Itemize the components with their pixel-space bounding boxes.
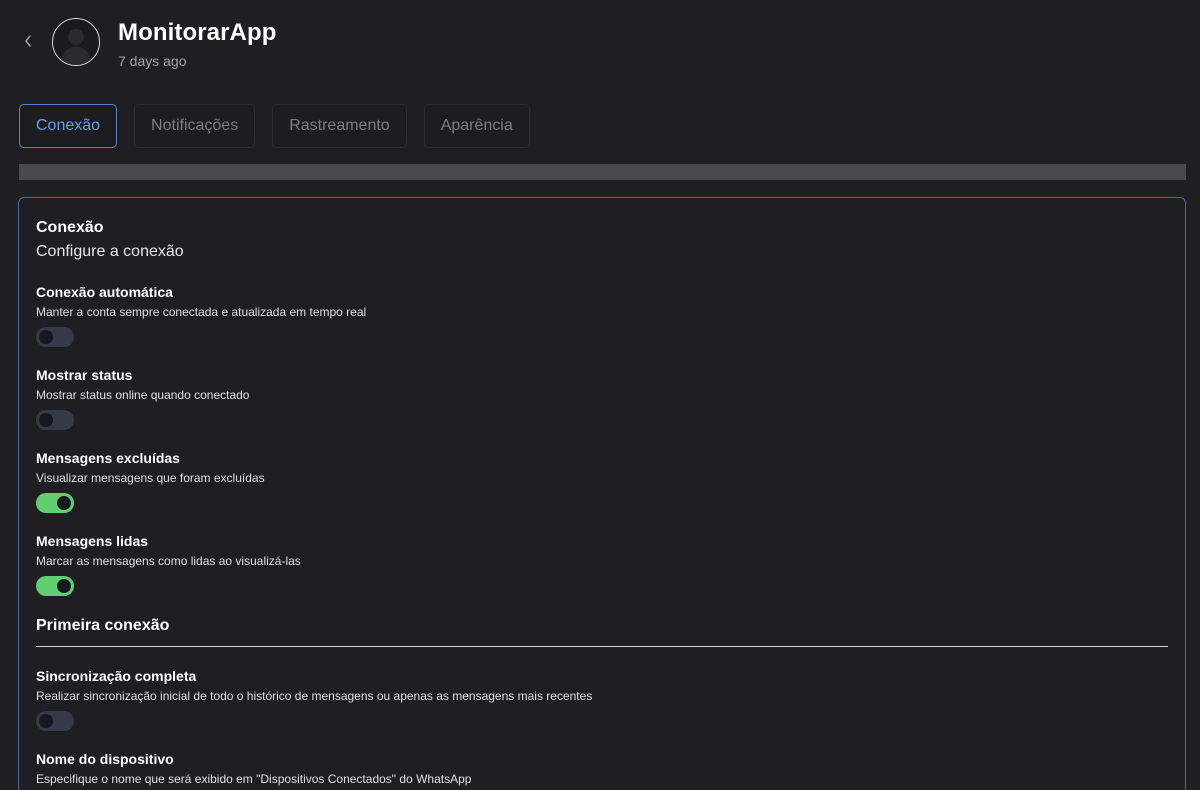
- setting-description: Visualizar mensagens que foram excluídas: [36, 471, 265, 485]
- setting-show-status: Mostrar status Mostrar status online qua…: [36, 367, 249, 402]
- setting-auto-connect: Conexão automática Manter a conta sempre…: [36, 284, 366, 319]
- toggle-read-messages[interactable]: [36, 576, 74, 596]
- setting-title: Conexão automática: [36, 284, 173, 300]
- settings-tabs: Conexão Notificações Rastreamento Aparên…: [19, 104, 530, 148]
- toggle-knob: [39, 714, 53, 728]
- setting-title: Mensagens lidas: [36, 533, 149, 549]
- toggle-show-status[interactable]: [36, 410, 74, 430]
- progress-fill: [19, 164, 1186, 180]
- card-subtitle: Configure a conexão: [36, 243, 184, 260]
- toggle-knob: [39, 413, 53, 427]
- setting-title: Mostrar status: [36, 367, 133, 383]
- card-title: Conexão: [36, 219, 104, 236]
- chevron-left-icon: [25, 35, 31, 47]
- setting-device-name: Nome do dispositivo Especifique o nome q…: [36, 751, 471, 786]
- setting-description: Especifique o nome que será exibido em "…: [36, 772, 472, 786]
- setting-description: Mostrar status online quando conectado: [36, 388, 250, 402]
- setting-description: Realizar sincronização inicial de todo o…: [36, 689, 593, 703]
- last-updated-label: 7 days ago: [118, 53, 187, 69]
- toggle-full-sync[interactable]: [36, 711, 74, 731]
- section-divider: [36, 646, 1168, 647]
- connection-settings-card: Conexão Configure a conexão Conexão auto…: [18, 197, 1186, 790]
- setting-full-sync: Sincronização completa Realizar sincroni…: [36, 668, 592, 703]
- toggle-knob: [39, 330, 53, 344]
- tab-aparencia[interactable]: Aparência: [423, 104, 530, 148]
- setting-title: Sincronização completa: [36, 668, 197, 684]
- tab-conexao[interactable]: Conexão: [19, 104, 118, 148]
- tab-notificacoes[interactable]: Notificações: [134, 104, 256, 148]
- avatar: [52, 18, 100, 66]
- setting-description: Marcar as mensagens como lidas ao visual…: [36, 554, 301, 568]
- progress-bar: [19, 164, 1186, 180]
- toggle-deleted-messages[interactable]: [36, 493, 74, 513]
- toggle-knob: [57, 579, 71, 593]
- settings-page: MonitorarApp 7 days ago Conexão Notifica…: [0, 0, 1200, 790]
- setting-title: Nome do dispositivo: [36, 751, 174, 767]
- toggle-auto-connect[interactable]: [36, 327, 74, 347]
- setting-title: Mensagens excluídas: [36, 450, 180, 466]
- section-heading-first-connection: Primeira conexão: [36, 617, 170, 634]
- user-silhouette-icon: [61, 29, 91, 65]
- back-button[interactable]: [18, 30, 38, 52]
- app-title: MonitorarApp: [118, 19, 277, 46]
- toggle-knob: [57, 496, 71, 510]
- setting-deleted-messages: Mensagens excluídas Visualizar mensagens…: [36, 450, 265, 485]
- setting-read-messages: Mensagens lidas Marcar as mensagens como…: [36, 533, 301, 568]
- tab-rastreamento[interactable]: Rastreamento: [272, 104, 407, 148]
- setting-description: Manter a conta sempre conectada e atuali…: [36, 305, 367, 319]
